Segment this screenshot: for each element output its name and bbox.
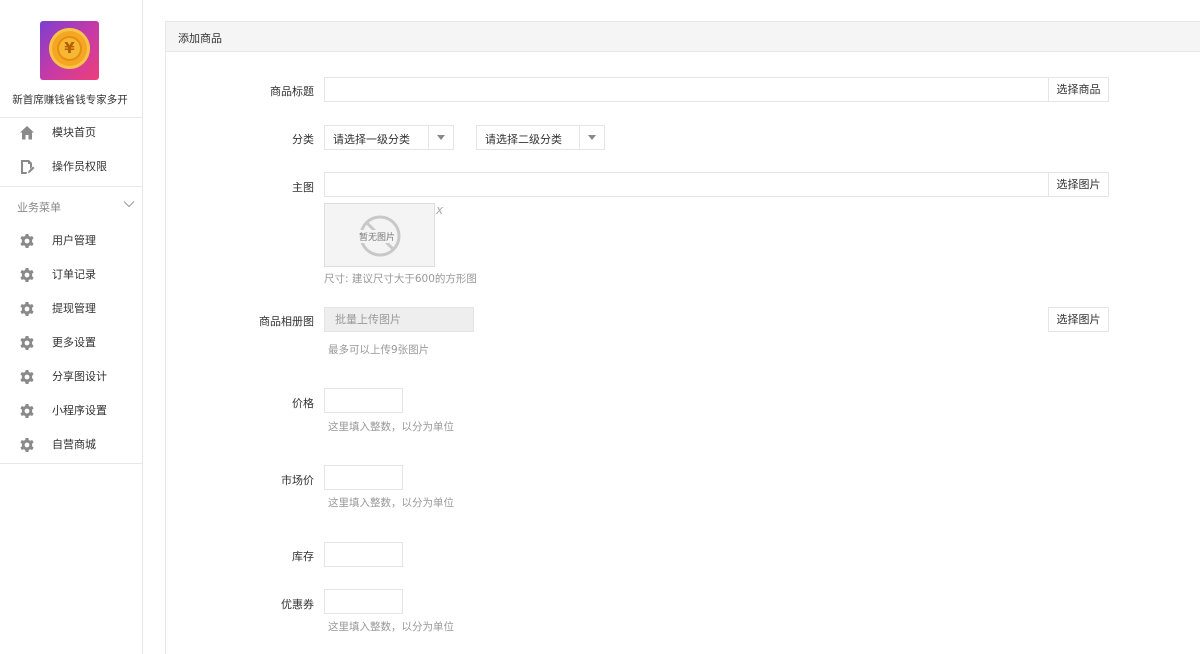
gear-icon — [20, 370, 34, 384]
nav-item-label: 操作员权限 — [52, 160, 107, 173]
market-price-hint: 这里填入整数，以分为单位 — [328, 497, 454, 509]
main-image-preview: 暂无图片 — [324, 203, 435, 267]
coupon-input[interactable] — [324, 589, 403, 614]
select-product-button[interactable]: 选择商品 — [1048, 77, 1109, 102]
coupon-hint: 这里填入整数，以分为单位 — [328, 621, 454, 633]
section-label: 业务菜单 — [17, 201, 61, 214]
album-hint: 最多可以上传9张图片 — [328, 344, 430, 356]
app-logo: ¥ — [40, 21, 99, 80]
select-main-image-button[interactable]: 选择图片 — [1048, 172, 1109, 197]
batch-upload-button[interactable]: 批量上传图片 — [324, 307, 474, 332]
home-icon — [20, 126, 34, 140]
select-album-image-button[interactable]: 选择图片 — [1048, 307, 1109, 332]
nav-item-miniprogram-settings[interactable]: 小程序设置 — [0, 394, 142, 428]
nav-item-self-operated-mall[interactable]: 自营商城 — [0, 428, 142, 462]
category-level1-select[interactable]: 请选择一级分类 — [324, 125, 454, 150]
category-level1-value: 请选择一级分类 — [333, 133, 410, 146]
main-image-label: 主图 — [292, 181, 314, 194]
nav-item-label: 用户管理 — [52, 234, 96, 247]
divider — [0, 186, 142, 187]
chevron-down-icon — [123, 201, 135, 208]
nav-item-label: 自营商城 — [52, 438, 96, 451]
no-image-text: 暂无图片 — [359, 230, 396, 243]
stock-input[interactable] — [324, 542, 403, 567]
gear-icon — [20, 438, 34, 452]
nav-item-more-settings[interactable]: 更多设置 — [0, 326, 142, 360]
nav-item-order-records[interactable]: 订单记录 — [0, 258, 142, 292]
category-label: 分类 — [292, 133, 314, 146]
panel-title: 添加商品 — [178, 32, 222, 45]
panel-header: 添加商品 — [166, 22, 1200, 52]
nav-item-label: 提现管理 — [52, 302, 96, 315]
gear-icon — [20, 302, 34, 316]
main-image-input[interactable] — [324, 172, 1049, 197]
caret-down-icon — [437, 135, 445, 140]
edit-doc-icon — [21, 160, 35, 174]
stock-label: 库存 — [292, 550, 314, 563]
caret-down-icon — [588, 135, 596, 140]
nav-item-label: 模块首页 — [52, 126, 96, 139]
nav-item-label: 订单记录 — [52, 268, 96, 281]
market-price-label: 市场价 — [281, 474, 314, 487]
divider — [0, 463, 142, 464]
nav-item-share-image-design[interactable]: 分享图设计 — [0, 360, 142, 394]
nav-item-withdraw-management[interactable]: 提现管理 — [0, 292, 142, 326]
nav-item-label: 小程序设置 — [52, 404, 107, 417]
main-image-hint: 尺寸: 建议尺寸大于600的方形图 — [324, 273, 477, 285]
album-label: 商品相册图 — [259, 315, 314, 328]
category-level2-value: 请选择二级分类 — [485, 133, 562, 146]
nav-item-module-home[interactable]: 模块首页 — [0, 116, 142, 150]
sidebar: ¥ 新首席赚钱省钱专家多开 模块首页 操作员权限 业务菜单 用户管理 订单记录 — [0, 0, 143, 654]
price-hint: 这里填入整数，以分为单位 — [328, 421, 454, 433]
category-level2-select[interactable]: 请选择二级分类 — [476, 125, 605, 150]
product-title-label: 商品标题 — [270, 85, 314, 98]
gear-icon — [20, 234, 34, 248]
price-input[interactable] — [324, 388, 403, 413]
market-price-input[interactable] — [324, 465, 403, 490]
nav-item-label: 分享图设计 — [52, 370, 107, 383]
nav-item-operator-permissions[interactable]: 操作员权限 — [0, 150, 142, 184]
product-title-input[interactable] — [324, 77, 1049, 102]
add-product-panel: 添加商品 — [165, 21, 1200, 654]
section-business-menu[interactable]: 业务菜单 — [0, 196, 142, 216]
gear-icon — [20, 268, 34, 282]
nav-item-label: 更多设置 — [52, 336, 96, 349]
coupon-label: 优惠券 — [281, 598, 314, 611]
app-name: 新首席赚钱省钱专家多开 — [12, 94, 128, 106]
gear-icon — [20, 336, 34, 350]
remove-image-icon[interactable]: x — [436, 203, 443, 217]
gear-icon — [20, 404, 34, 418]
yuan-coin-icon: ¥ — [57, 36, 82, 61]
nav-item-user-management[interactable]: 用户管理 — [0, 224, 142, 258]
price-label: 价格 — [292, 397, 314, 410]
